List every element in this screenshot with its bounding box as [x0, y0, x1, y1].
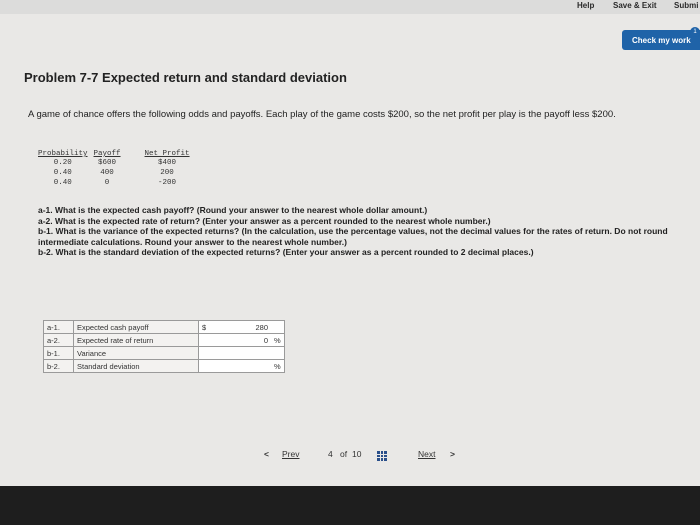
answer-table: a-1. Expected cash payoff $ 280 a-2. Exp…: [43, 320, 285, 373]
percent-unit: %: [271, 359, 285, 373]
odds-cell: 200: [160, 169, 174, 177]
question-id: b-2.: [38, 247, 54, 257]
odds-table: Probability Payoff Net Profit 0.20 $600 …: [38, 150, 196, 188]
odds-cell: 400: [100, 169, 114, 177]
odds-cell: 0.20: [53, 159, 72, 167]
page-current: 4: [328, 449, 333, 459]
answer-description: Expected cash payoff: [73, 320, 199, 334]
variance-input[interactable]: [219, 346, 271, 360]
question-id: a-1.: [38, 205, 53, 215]
odds-header-net-profit: Net Profit: [144, 150, 190, 158]
answer-description: Standard deviation: [73, 359, 199, 373]
question-id: b-1.: [38, 226, 54, 236]
answer-description: Variance: [73, 346, 199, 360]
odds-row: 0.40 0 -200: [38, 178, 196, 188]
question-text: What is the variance of the expected ret…: [55, 226, 240, 236]
save-exit-link[interactable]: Save & Exit: [613, 1, 657, 10]
next-button[interactable]: Next: [418, 449, 435, 459]
odds-row: 0.40 400 200: [38, 168, 196, 178]
answer-row-b1: b-1. Variance: [43, 346, 285, 360]
odds-cell: 0: [104, 179, 110, 187]
question-text: What is the expected cash payoff?: [55, 205, 195, 215]
answer-unit: [271, 346, 285, 360]
expected-rate-of-return-input[interactable]: 0: [219, 333, 271, 347]
odds-cell: 0.40: [53, 169, 72, 177]
expected-cash-payoff-input[interactable]: 280: [219, 320, 271, 334]
bottom-bar: [0, 486, 700, 525]
answer-unit: [271, 320, 285, 334]
submit-link[interactable]: Submi: [674, 1, 698, 10]
problem-intro: A game of chance offers the following od…: [28, 109, 616, 120]
currency-symbol: [198, 346, 219, 360]
check-count-badge: 1: [690, 27, 700, 37]
standard-deviation-input[interactable]: [219, 359, 271, 373]
currency-symbol: $: [198, 320, 219, 334]
question-b1: b-1. What is the variance of the expecte…: [38, 226, 678, 247]
page-of: of: [340, 449, 348, 459]
odds-header-payoff: Payoff: [93, 150, 121, 158]
prev-arrow-icon[interactable]: <: [264, 449, 269, 459]
currency-symbol: [198, 333, 219, 347]
answer-label: a-2.: [43, 333, 74, 347]
question-text: What is the expected rate of return?: [55, 215, 201, 226]
help-link[interactable]: Help: [577, 1, 594, 10]
question-a1: a-1. What is the expected cash payoff? (…: [38, 205, 678, 216]
page-total: 10: [352, 449, 362, 459]
question-b2: b-2. What is the standard deviation of t…: [38, 247, 678, 258]
questions-block: a-1. What is the expected cash payoff? (…: [38, 205, 678, 258]
answer-description: Expected rate of return: [73, 333, 199, 347]
question-note: (Enter your answer as a percent rounded …: [282, 247, 534, 257]
question-a2: a-2. What is the expected rate of return…: [38, 216, 678, 227]
currency-symbol: [198, 359, 219, 373]
answer-label: b-1.: [43, 346, 74, 360]
odds-header-probability: Probability: [38, 150, 88, 158]
check-my-work-button[interactable]: Check my work: [622, 30, 700, 50]
prev-button[interactable]: Prev: [282, 449, 299, 459]
answer-label: b-2.: [43, 359, 74, 373]
answer-row-a2: a-2. Expected rate of return 0 %: [43, 333, 285, 347]
question-grid-icon[interactable]: [377, 451, 387, 461]
page-title: Problem 7-7 Expected return and standard…: [24, 70, 347, 85]
top-bar: [0, 0, 700, 14]
question-text: What is the standard deviation of the ex…: [55, 247, 281, 257]
question-note: (Enter your answer as a percent rounded …: [202, 215, 491, 226]
next-arrow-icon[interactable]: >: [450, 449, 455, 459]
odds-cell: 0.40: [53, 179, 72, 187]
answer-row-b2: b-2. Standard deviation %: [43, 359, 285, 373]
answer-row-a1: a-1. Expected cash payoff $ 280: [43, 320, 285, 334]
odds-cell: -200: [158, 179, 177, 187]
question-id: a-2.: [38, 215, 53, 226]
odds-cell: $600: [98, 159, 117, 167]
odds-row: 0.20 $600 $400: [38, 158, 196, 168]
question-note: (Round your answer to the nearest whole …: [196, 205, 428, 215]
percent-unit: %: [271, 333, 285, 347]
answer-label: a-1.: [43, 320, 74, 334]
odds-cell: $400: [158, 159, 177, 167]
